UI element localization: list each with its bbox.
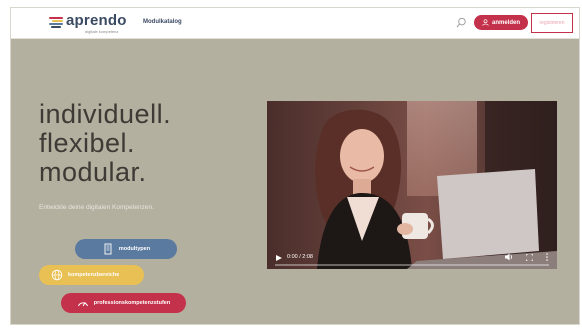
video-time: 0:00 / 2:08 [287, 254, 313, 260]
register-button[interactable]: registrieren [531, 13, 573, 33]
module-types-label: modultypen [118, 246, 151, 252]
hero-title-line: flexibel. [39, 128, 136, 158]
video-player[interactable]: 0:00 / 2:08 [267, 101, 557, 269]
logo-wordmark: aprendo [66, 12, 127, 29]
hero-title-line: modular. [39, 157, 147, 187]
nav-link-modulkatalog[interactable]: Modulkatalog [143, 19, 182, 25]
competence-areas-button[interactable]: kompetenzbereiche [39, 265, 144, 285]
login-button-label: anmelden [491, 19, 520, 26]
globe-icon [51, 269, 63, 281]
building-icon [104, 243, 112, 255]
search-icon[interactable] [456, 17, 467, 28]
logo-tagline: digitale kompetenz [85, 29, 119, 34]
user-icon [482, 19, 489, 26]
hero-title-line: individuell. [39, 99, 172, 129]
competence-levels-label: professionskompetenzstufen [93, 300, 171, 306]
aprendo-logo[interactable]: aprendo digitale kompetenz [49, 12, 139, 34]
video-thumbnail-woman-with-laptop [267, 101, 557, 269]
login-button[interactable]: anmelden [474, 15, 528, 30]
hero-subtitle: Entwickle deine digitalen Kompetenzen. [39, 204, 154, 211]
module-types-button[interactable]: modultypen [75, 239, 177, 259]
volume-icon[interactable] [505, 253, 513, 261]
competence-areas-label: kompetenzbereiche [68, 272, 120, 278]
top-navigation-bar: aprendo digitale kompetenz Modulkatalog … [11, 8, 579, 39]
gauge-icon [77, 301, 88, 307]
fullscreen-icon[interactable] [526, 254, 533, 261]
more-options-icon[interactable] [546, 253, 548, 261]
page-frame: aprendo digitale kompetenz Modulkatalog … [10, 7, 580, 325]
video-controls: 0:00 / 2:08 [267, 249, 557, 269]
logo-stripes-icon [49, 17, 63, 29]
video-progress-bar[interactable] [275, 264, 549, 266]
competence-levels-button[interactable]: professionskompetenzstufen [61, 293, 186, 313]
hero-title: individuell. flexibel. modular. [39, 100, 239, 187]
play-icon[interactable] [276, 255, 282, 261]
